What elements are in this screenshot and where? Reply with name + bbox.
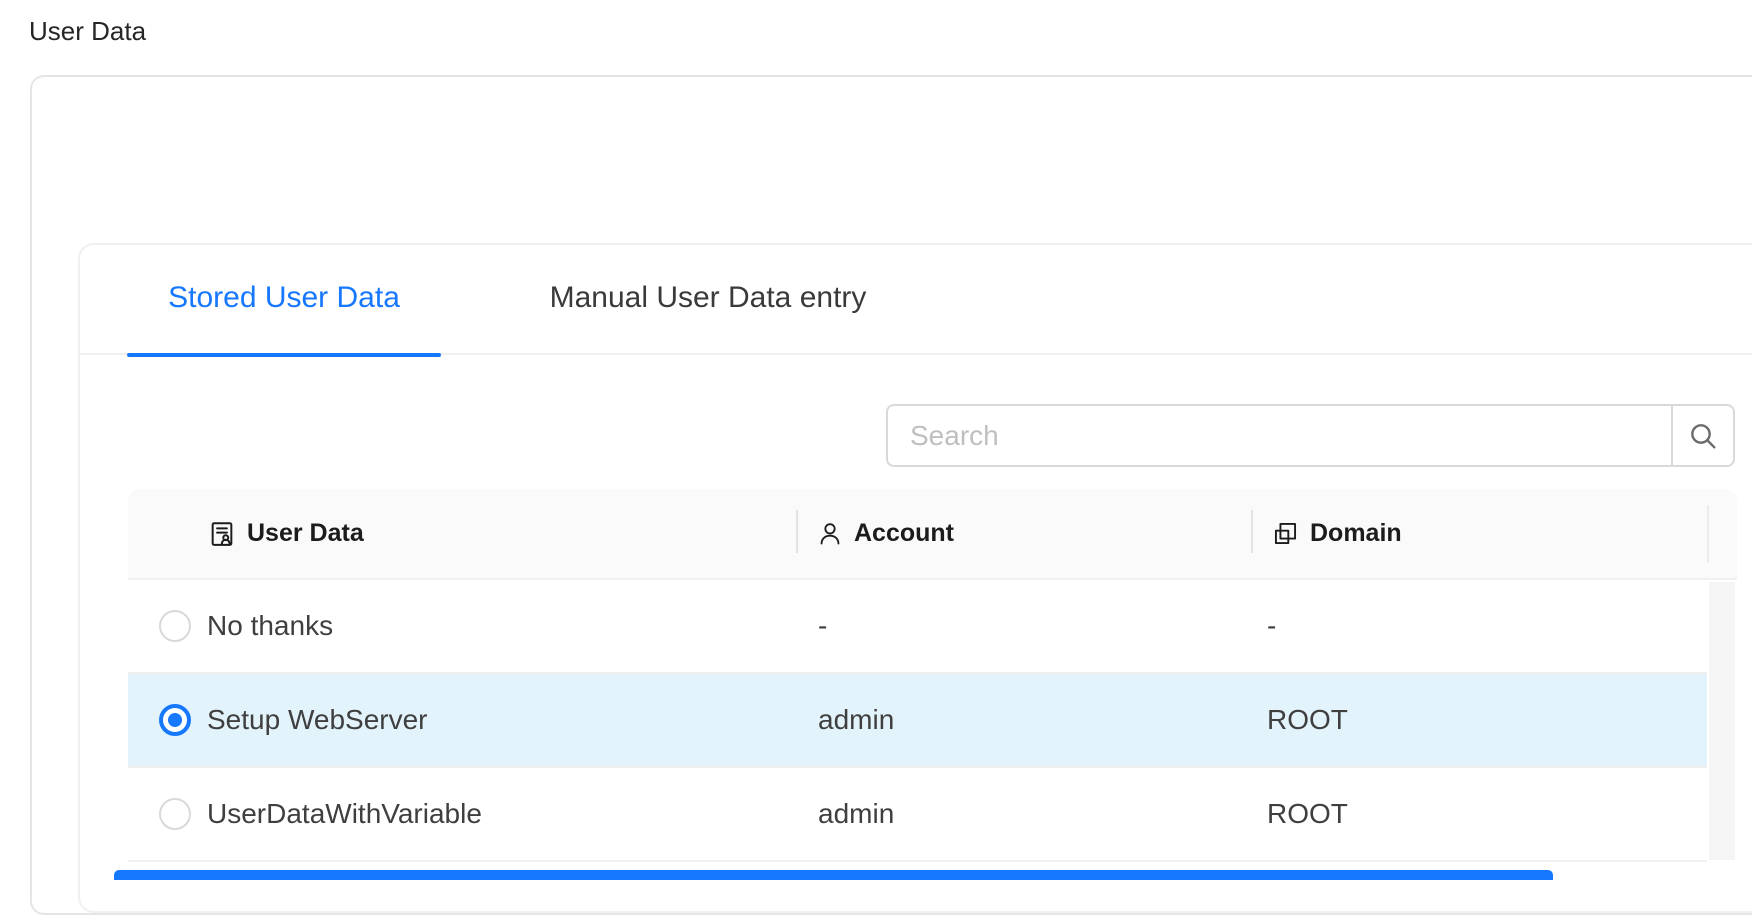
column-separator — [796, 510, 798, 553]
column-header-label: Account — [854, 519, 954, 548]
header-scrollbar-cell — [1707, 505, 1737, 563]
row-radio[interactable] — [159, 610, 191, 642]
row-radio-wrap — [143, 580, 207, 672]
cell-account: admin — [818, 768, 894, 860]
search-input[interactable] — [886, 404, 1671, 467]
column-header-label: User Data — [247, 519, 364, 548]
user-icon — [817, 520, 843, 548]
domain-icon — [1272, 520, 1299, 547]
tab-stored-user-data[interactable]: Stored User Data — [127, 243, 441, 353]
search-icon — [1687, 420, 1719, 452]
cell-user-data: No thanks — [207, 580, 333, 672]
table-row[interactable]: UserDataWithVariable admin ROOT — [128, 768, 1707, 862]
column-header-user-data: User Data — [208, 489, 364, 578]
column-header-domain: Domain — [1272, 489, 1402, 578]
page-title: User Data — [29, 16, 146, 47]
cell-user-data: UserDataWithVariable — [207, 768, 482, 860]
search-button[interactable] — [1671, 404, 1735, 467]
cell-user-data: Setup WebServer — [207, 674, 428, 766]
table-row[interactable]: No thanks - - — [128, 580, 1707, 674]
row-radio-wrap — [143, 768, 207, 860]
row-radio[interactable] — [159, 704, 191, 736]
cell-account: - — [818, 580, 827, 672]
tab-manual-user-data-entry[interactable]: Manual User Data entry — [505, 243, 911, 353]
column-header-account: Account — [817, 489, 954, 578]
column-header-label: Domain — [1310, 519, 1402, 548]
table-row[interactable]: Setup WebServer admin ROOT — [128, 674, 1707, 768]
row-radio-wrap — [143, 674, 207, 766]
horizontal-scrollbar-thumb[interactable] — [114, 870, 1553, 880]
active-tab-ink-bar — [127, 353, 441, 357]
cell-domain: ROOT — [1267, 674, 1348, 766]
solution-icon — [208, 519, 236, 549]
column-separator — [1251, 510, 1253, 553]
vertical-scrollbar-track[interactable] — [1709, 582, 1735, 860]
table-body: No thanks - - Setup WebServer admin ROOT… — [128, 580, 1707, 862]
search-bar — [886, 404, 1735, 467]
cell-domain: - — [1267, 580, 1276, 672]
table-header: User Data Account Domain — [128, 489, 1737, 580]
cell-domain: ROOT — [1267, 768, 1348, 860]
row-radio[interactable] — [159, 798, 191, 830]
cell-account: admin — [818, 674, 894, 766]
